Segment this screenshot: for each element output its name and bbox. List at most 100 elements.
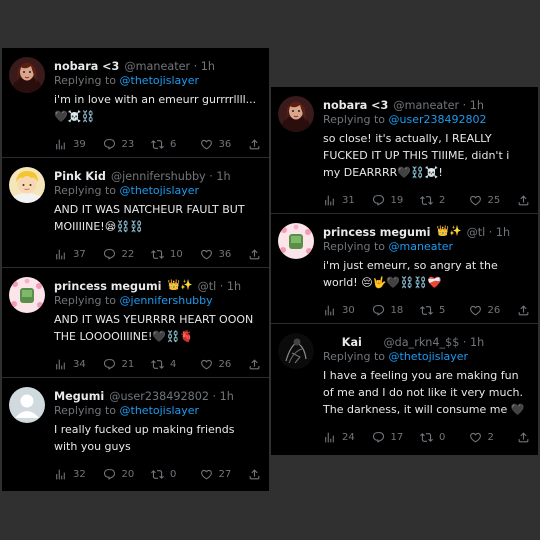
tweet[interactable]: Megumi @user238492802 · 1h Replying to @… xyxy=(2,377,269,487)
reply-mention[interactable]: @thetojislayer xyxy=(120,74,200,87)
separator: · xyxy=(485,226,496,239)
views-button[interactable]: 32 xyxy=(54,468,103,481)
reply-mention[interactable]: @user238492802 xyxy=(389,113,487,126)
action-bar: 34 21 4 26 xyxy=(54,351,261,377)
timestamp[interactable]: 1h xyxy=(227,280,241,293)
user-handle[interactable]: @da_rkn4_$$ xyxy=(383,336,459,349)
name-emoji: 🌑 xyxy=(367,336,379,347)
reply-mention[interactable]: @thetojislayer xyxy=(120,404,200,417)
timestamp[interactable]: 1h xyxy=(496,226,510,239)
retweet-button[interactable]: 6 xyxy=(151,138,200,151)
timestamp[interactable]: 1h xyxy=(216,170,230,183)
display-name[interactable]: Kai xyxy=(342,336,362,349)
views-button[interactable]: 39 xyxy=(54,138,103,151)
views-button[interactable]: 30 xyxy=(323,304,372,317)
retweet-count: 6 xyxy=(170,138,177,150)
timestamp[interactable]: 1h xyxy=(470,336,484,349)
reply-icon xyxy=(372,431,385,444)
views-icon xyxy=(323,194,336,207)
display-name[interactable]: nobara <3 xyxy=(323,99,388,112)
user-handle[interactable]: @jennifershubby xyxy=(111,170,206,183)
views-button[interactable]: 24 xyxy=(323,431,372,444)
display-name[interactable]: princess megumi xyxy=(323,226,430,239)
retweet-button[interactable]: 5 xyxy=(420,304,469,317)
share-button[interactable] xyxy=(248,468,261,481)
like-button[interactable]: 36 xyxy=(200,138,249,151)
retweet-button[interactable]: 0 xyxy=(420,431,469,444)
tweet[interactable]: princess megumi 👑✨ @tl · 1h Replying to … xyxy=(2,267,269,377)
reply-button[interactable]: 18 xyxy=(372,304,421,317)
reply-button[interactable]: 22 xyxy=(103,248,152,261)
avatar[interactable] xyxy=(278,333,314,369)
avatar[interactable] xyxy=(9,57,45,93)
retweet-button[interactable]: 4 xyxy=(151,358,200,371)
avatar[interactable] xyxy=(9,167,45,203)
share-icon xyxy=(517,304,530,317)
display-name[interactable]: Megumi xyxy=(54,390,104,403)
action-bar: 32 20 0 27 xyxy=(54,461,261,487)
views-button[interactable]: 31 xyxy=(323,194,372,207)
share-button[interactable] xyxy=(248,358,261,371)
tweet[interactable]: nobara <3 @maneater · 1h Replying to @th… xyxy=(2,48,269,157)
views-count: 32 xyxy=(73,468,86,480)
avatar[interactable] xyxy=(278,96,314,132)
views-count: 34 xyxy=(73,358,86,370)
separator: · xyxy=(459,99,470,112)
tweet[interactable]: Pink Kid @jennifershubby · 1h Replying t… xyxy=(2,157,269,267)
tweet[interactable]: nobara <3 @maneater · 1h Replying to @us… xyxy=(271,87,538,213)
reply-button[interactable]: 17 xyxy=(372,431,421,444)
timestamp[interactable]: 1h xyxy=(220,390,234,403)
views-button[interactable]: 37 xyxy=(54,248,103,261)
reply-mention[interactable]: @maneater xyxy=(389,240,454,253)
like-button[interactable]: 36 xyxy=(200,248,249,261)
reply-count: 21 xyxy=(121,358,135,370)
like-button[interactable]: 26 xyxy=(200,358,249,371)
avatar[interactable] xyxy=(278,223,314,259)
share-button[interactable] xyxy=(517,304,530,317)
reply-mention[interactable]: @thetojislayer xyxy=(389,350,469,363)
share-button[interactable] xyxy=(517,194,530,207)
timestamp[interactable]: 1h xyxy=(201,60,215,73)
reply-context: Replying to @maneater xyxy=(323,239,530,254)
retweet-button[interactable]: 2 xyxy=(420,194,469,207)
retweet-button[interactable]: 0 xyxy=(151,468,200,481)
display-name[interactable]: nobara <3 xyxy=(54,60,119,73)
reply-button[interactable]: 20 xyxy=(103,468,152,481)
like-button[interactable]: 25 xyxy=(469,194,518,207)
display-name[interactable]: Pink Kid xyxy=(54,170,106,183)
reply-button[interactable]: 23 xyxy=(103,138,152,151)
tweet[interactable]: princess megumi 👑✨ @tl · 1h Replying to … xyxy=(271,213,538,323)
like-count: 36 xyxy=(218,248,232,260)
share-button[interactable] xyxy=(248,138,261,151)
like-count: 26 xyxy=(218,358,232,370)
avatar[interactable] xyxy=(9,387,45,423)
reply-mention[interactable]: @jennifershubby xyxy=(120,294,213,307)
user-handle[interactable]: @tl xyxy=(467,226,486,239)
retweet-button[interactable]: 10 xyxy=(151,248,200,261)
views-button[interactable]: 34 xyxy=(54,358,103,371)
reply-button[interactable]: 19 xyxy=(372,194,421,207)
tweet[interactable]: 🕷 Kai 🌑 @da_rkn4_$$ · 1h Replying to @th… xyxy=(271,323,538,450)
user-handle[interactable]: @maneater xyxy=(393,99,459,112)
reply-icon xyxy=(103,358,116,371)
reply-context: Replying to @thetojislayer xyxy=(323,349,530,364)
like-button[interactable]: 26 xyxy=(469,304,518,317)
user-handle[interactable]: @maneater xyxy=(124,60,190,73)
user-handle[interactable]: @tl xyxy=(198,280,217,293)
like-button[interactable]: 27 xyxy=(200,468,249,481)
share-button[interactable] xyxy=(248,248,261,261)
share-icon xyxy=(248,468,261,481)
action-bar: 31 19 2 25 xyxy=(323,187,530,213)
display-name[interactable]: princess megumi xyxy=(54,280,161,293)
reply-mention[interactable]: @thetojislayer xyxy=(120,184,200,197)
retweet-count: 5 xyxy=(439,304,446,316)
reply-count: 22 xyxy=(121,248,135,260)
share-button[interactable] xyxy=(517,431,530,444)
like-button[interactable]: 2 xyxy=(469,431,518,444)
timestamp[interactable]: 1h xyxy=(470,99,484,112)
retweet-count: 2 xyxy=(439,194,446,206)
user-handle[interactable]: @user238492802 xyxy=(109,390,209,403)
heart-icon xyxy=(469,194,482,207)
reply-button[interactable]: 21 xyxy=(103,358,152,371)
avatar[interactable] xyxy=(9,277,45,313)
